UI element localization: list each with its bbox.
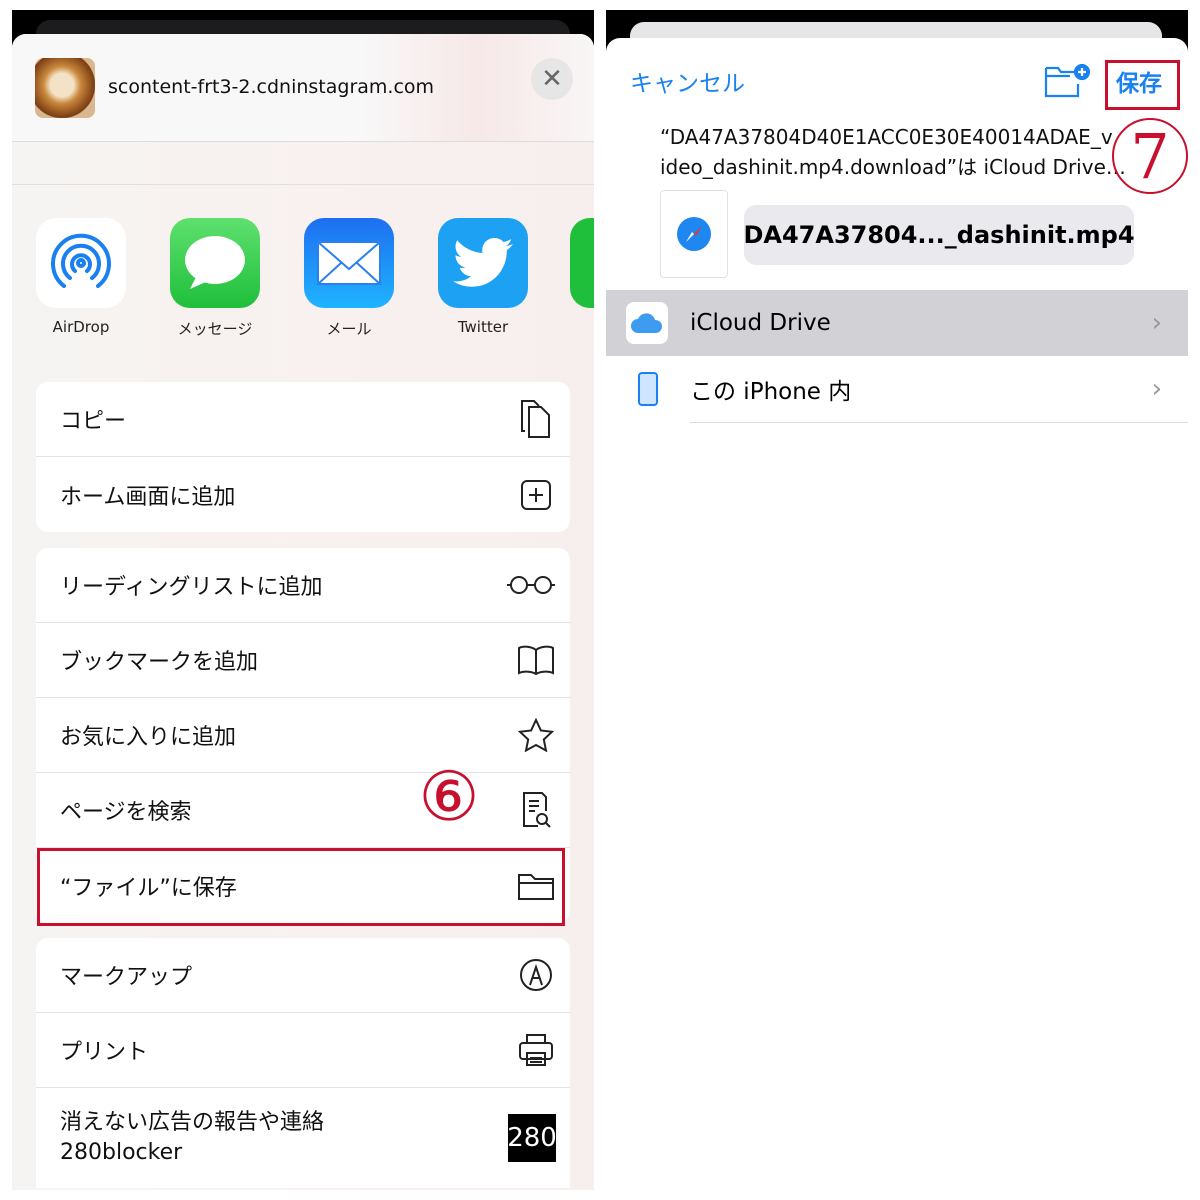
action-label: コピー (60, 409, 127, 434)
action-reading-list[interactable]: リーディングリストに追加 (36, 548, 570, 623)
action-label: 消えない広告の報告や連絡 (60, 1110, 325, 1135)
action-find-on-page[interactable]: ページを検索 (36, 773, 570, 848)
app-label: Twitter (457, 318, 509, 336)
highlight-save-to-files (37, 848, 565, 926)
copy-icon (516, 399, 556, 439)
app-airdrop[interactable]: AirDrop (36, 218, 126, 336)
find-in-page-icon (516, 790, 556, 830)
twitter-icon (438, 218, 528, 308)
save-message: “DA47A37804D40E1ACC0E30E40014ADAE_v ideo… (660, 122, 1140, 182)
page-thumbnail (35, 58, 95, 118)
markup-icon (516, 955, 556, 995)
action-label: ページを検索 (60, 800, 192, 825)
mail-icon (304, 218, 394, 308)
glasses-icon (506, 565, 556, 605)
action-280blocker[interactable]: 消えない広告の報告や連絡 280blocker 280 (36, 1088, 570, 1188)
action-copy[interactable]: コピー (36, 382, 570, 457)
file-thumbnail (660, 190, 728, 278)
chevron-right-icon: › (1151, 308, 1162, 338)
step-6-label: ⑥ (418, 757, 480, 837)
action-label: ホーム画面に追加 (60, 484, 236, 510)
share-sheet: scontent-frt3-2.cdninstagram.com ✕ AirDr… (12, 34, 594, 1190)
highlight-save-button (1105, 60, 1180, 110)
page-domain: scontent-frt3-2.cdninstagram.com (108, 76, 435, 98)
chevron-right-icon: › (1151, 374, 1162, 404)
save-dialog: キャンセル 保存 “DA47A37804D40E1ACC0E30E40014AD… (606, 38, 1188, 1190)
filename-field[interactable]: DA47A37804..._dashinit.mp4 (743, 205, 1135, 265)
iphone-icon (638, 372, 658, 406)
action-label: マークアップ (60, 965, 193, 990)
location-on-iphone[interactable]: この iPhone 内 › (606, 356, 1188, 422)
cancel-button[interactable]: キャンセル (630, 64, 745, 98)
app-label: メッセージ (177, 320, 253, 338)
message-line: “DA47A37804D40E1ACC0E30E40014ADAE_v (660, 125, 1113, 149)
action-label: プリント (60, 1040, 149, 1065)
location-label: この iPhone 内 (690, 379, 852, 405)
messages-icon (170, 218, 260, 308)
book-icon (516, 640, 556, 680)
action-add-favorite[interactable]: お気に入りに追加 (36, 698, 570, 773)
app-line-partial[interactable] (570, 218, 594, 308)
action-sublabel: 280blocker (60, 1140, 183, 1165)
action-label: リーディングリストに追加 (60, 575, 323, 600)
safari-icon (677, 217, 711, 251)
app-twitter[interactable]: Twitter (438, 218, 528, 336)
location-label: iCloud Drive (690, 310, 831, 336)
action-group-3: マークアップ プリント 消えない広告の報告や連絡 280blocker 280 (36, 938, 570, 1188)
app-messages[interactable]: メッセージ (170, 218, 260, 339)
close-button[interactable]: ✕ (531, 58, 573, 100)
star-icon (516, 715, 556, 755)
action-group-1: コピー ホーム画面に追加 (36, 382, 570, 532)
icloud-icon (626, 302, 668, 344)
save-dialog-panel: キャンセル 保存 “DA47A37804D40E1ACC0E30E40014AD… (606, 10, 1188, 1190)
action-label: ブックマークを追加 (60, 650, 259, 675)
new-folder-button[interactable] (1044, 63, 1091, 102)
share-sheet-panel: scontent-frt3-2.cdninstagram.com ✕ AirDr… (12, 10, 594, 1190)
close-icon: ✕ (541, 64, 563, 94)
app-label: AirDrop (52, 318, 110, 336)
share-header: scontent-frt3-2.cdninstagram.com ✕ (12, 34, 594, 142)
action-markup[interactable]: マークアップ (36, 938, 570, 1013)
location-icloud-drive[interactable]: iCloud Drive › (606, 290, 1188, 356)
printer-icon (516, 1030, 556, 1070)
app-mail[interactable]: メール (304, 218, 394, 339)
action-print[interactable]: プリント (36, 1013, 570, 1088)
airdrop-icon (36, 218, 126, 308)
step-7-label: 7 (1112, 118, 1188, 194)
line-icon (570, 218, 594, 308)
add-square-icon (516, 475, 556, 515)
message-line: ideo_dashinit.mp4.download”は iCloud Driv… (660, 155, 1126, 179)
action-label: お気に入りに追加 (60, 725, 237, 750)
action-add-to-home[interactable]: ホーム画面に追加 (36, 457, 570, 532)
action-add-bookmark[interactable]: ブックマークを追加 (36, 623, 570, 698)
divider (690, 422, 1188, 423)
new-folder-icon (1044, 63, 1091, 98)
divider (12, 184, 594, 185)
app-label: メール (326, 320, 372, 338)
280blocker-icon: 280 (507, 1114, 557, 1162)
